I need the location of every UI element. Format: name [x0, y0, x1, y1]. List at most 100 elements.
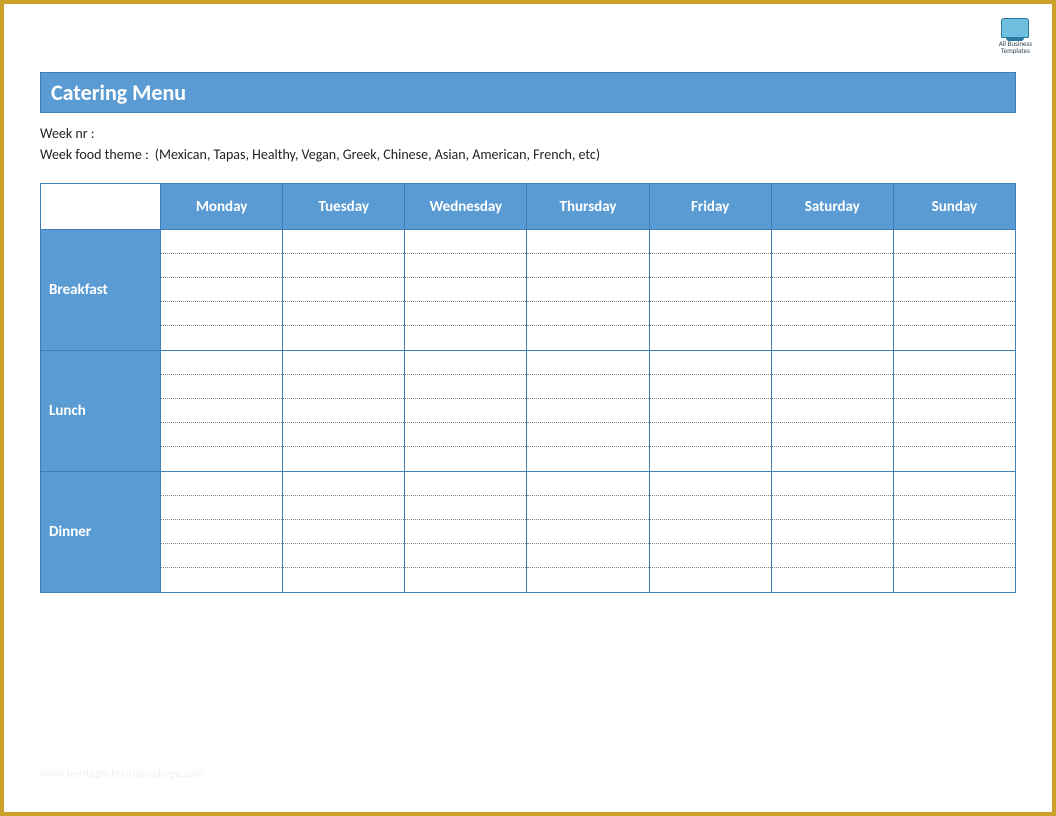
- document-frame: All Business Templates Catering Menu Wee…: [0, 0, 1056, 816]
- meal-slot: [772, 472, 893, 496]
- meal-slot: [894, 447, 1015, 471]
- meal-slot: [527, 326, 648, 350]
- meal-slot: [772, 375, 893, 399]
- meal-slot: [283, 278, 404, 302]
- meal-cell: [771, 472, 893, 593]
- meal-slot: [161, 472, 282, 496]
- meal-slot: [405, 472, 526, 496]
- meal-cell: [893, 472, 1015, 593]
- meal-slot: [405, 423, 526, 447]
- meal-slot: [283, 423, 404, 447]
- meal-cell: [527, 230, 649, 351]
- meal-slot: [283, 326, 404, 350]
- meal-cell: [405, 351, 527, 472]
- meal-slot: [527, 278, 648, 302]
- meal-slot: [772, 302, 893, 326]
- meal-slot: [650, 278, 771, 302]
- meal-cell: [161, 230, 283, 351]
- menu-table-body: BreakfastLunchDinner: [41, 230, 1016, 593]
- meal-slot: [161, 568, 282, 592]
- menu-table-head: Monday Tuesday Wednesday Thursday Friday…: [41, 184, 1016, 230]
- meal-slot: [772, 351, 893, 375]
- meal-slot: [161, 544, 282, 568]
- meal-cell: [283, 351, 405, 472]
- meal-slot: [527, 254, 648, 278]
- meal-slot: [772, 399, 893, 423]
- laptop-icon: [1001, 18, 1029, 38]
- meal-cell: [161, 351, 283, 472]
- meal-slot: [405, 326, 526, 350]
- meal-slot: [161, 423, 282, 447]
- page-content: Catering Menu Week nr : Week food theme …: [4, 4, 1052, 613]
- meal-slot: [772, 520, 893, 544]
- meal-slot: [772, 423, 893, 447]
- menu-table: Monday Tuesday Wednesday Thursday Friday…: [40, 183, 1016, 593]
- meal-slot: [894, 496, 1015, 520]
- meal-slot: [405, 544, 526, 568]
- meal-slot: [650, 568, 771, 592]
- meal-cell: [771, 351, 893, 472]
- meal-slot: [283, 230, 404, 254]
- page-title: Catering Menu: [51, 79, 186, 106]
- meal-slot: [772, 496, 893, 520]
- meal-slot: [161, 302, 282, 326]
- meal-slot: [405, 278, 526, 302]
- meal-slot: [650, 254, 771, 278]
- meal-row: Lunch: [41, 351, 1016, 472]
- meal-slot: [283, 544, 404, 568]
- meal-row: Dinner: [41, 472, 1016, 593]
- meal-slot: [894, 326, 1015, 350]
- meal-slot: [894, 423, 1015, 447]
- meal-cell: [649, 472, 771, 593]
- meal-cell: [283, 230, 405, 351]
- week-nr-label: Week nr :: [40, 123, 95, 144]
- meta-week-nr: Week nr :: [40, 123, 1016, 144]
- day-header: Friday: [649, 184, 771, 230]
- meal-slot: [650, 230, 771, 254]
- meal-slot: [283, 254, 404, 278]
- meal-slot: [405, 520, 526, 544]
- meal-slot: [161, 496, 282, 520]
- meal-row: Breakfast: [41, 230, 1016, 351]
- meal-slot: [894, 544, 1015, 568]
- day-header: Saturday: [771, 184, 893, 230]
- meal-slot: [161, 351, 282, 375]
- meal-slot: [894, 302, 1015, 326]
- meal-cell: [771, 230, 893, 351]
- meal-slot: [283, 399, 404, 423]
- meal-slot: [894, 351, 1015, 375]
- meal-slot: [772, 326, 893, 350]
- meal-cell: [649, 351, 771, 472]
- meal-cell: [893, 351, 1015, 472]
- meal-slot: [283, 447, 404, 471]
- meal-slot: [161, 278, 282, 302]
- day-header: Wednesday: [405, 184, 527, 230]
- meal-cell: [527, 472, 649, 593]
- meal-cell: [405, 472, 527, 593]
- meal-slot: [527, 423, 648, 447]
- meal-slot: [527, 302, 648, 326]
- meal-slot: [650, 423, 771, 447]
- meal-slot: [772, 230, 893, 254]
- meal-slot: [161, 254, 282, 278]
- meal-slot: [650, 326, 771, 350]
- meal-slot: [650, 544, 771, 568]
- day-header: Monday: [161, 184, 283, 230]
- meal-slot: [405, 254, 526, 278]
- meal-slot: [772, 447, 893, 471]
- meal-slot: [405, 399, 526, 423]
- meal-slot: [894, 472, 1015, 496]
- meal-slot: [894, 254, 1015, 278]
- meal-slot: [161, 375, 282, 399]
- meal-slot: [405, 230, 526, 254]
- meal-cell: [161, 472, 283, 593]
- day-header: Thursday: [527, 184, 649, 230]
- meal-slot: [772, 568, 893, 592]
- footer-watermark: www.heritagechristiancollege.com: [40, 767, 204, 780]
- meal-slot: [650, 472, 771, 496]
- meal-slot: [527, 520, 648, 544]
- meal-row-header: Breakfast: [41, 230, 161, 351]
- meal-slot: [894, 278, 1015, 302]
- meal-slot: [894, 399, 1015, 423]
- meta-theme: Week food theme : (Mexican, Tapas, Healt…: [40, 144, 1016, 165]
